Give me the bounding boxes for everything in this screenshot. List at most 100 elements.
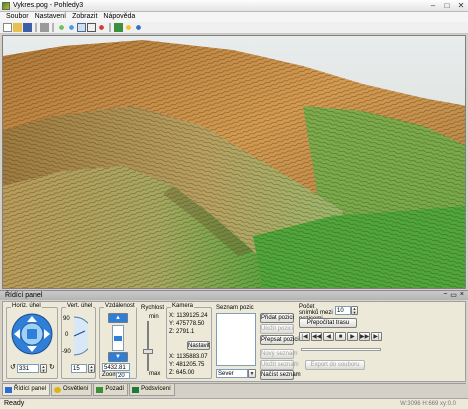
speed-label: Rychlost [141,305,165,311]
target-y: Y: 481205.75 [169,362,205,368]
menu-zobrazit[interactable]: Zobrazit [72,12,97,22]
speed-track[interactable] [147,321,149,371]
horiz-angle-spinner[interactable]: ▲ ▼ [40,364,47,373]
menu-napoveda[interactable]: Nápověda [103,12,135,22]
player-controls: |◀ ◀◀ ◀ ■ ▶ ▶▶ ▶| [299,332,383,342]
new-icon[interactable] [3,23,12,32]
load-list-button[interactable]: Načíst seznam [260,370,301,380]
target-x: X: 1135883.07 [169,354,208,360]
route-progress-track[interactable] [301,348,381,351]
save-list-button[interactable]: Uložit seznam [260,360,299,370]
help-icon[interactable] [134,23,143,32]
panel-close-button[interactable]: × [460,291,464,299]
distance-label: Vzdálenost [104,303,136,309]
status-text: Ready [4,400,25,407]
menu-nastaveni[interactable]: Nastavení [35,12,67,22]
set-camera-button[interactable]: Nastavit [187,341,210,350]
tab-backlight-label: Podsvícení [141,386,171,392]
play-button[interactable]: ▶ [347,332,358,341]
target-z: Z: 645.00 [169,370,195,376]
horiz-angle-group: Horiz. úhel ↺ 331 ▲ ▼ ↻ [6,303,58,379]
save-position-button[interactable]: Uložit pozici [260,324,294,334]
distance-slider-thumb[interactable] [114,336,122,341]
speed-slider-thumb[interactable] [143,349,153,354]
panel-icon [5,386,12,393]
tab-background-label: Pozadí [105,386,125,392]
add-position-button[interactable]: Přidat pozici [260,313,294,323]
zoom-out-icon[interactable] [67,23,76,32]
print-icon[interactable] [40,23,49,32]
save-icon[interactable] [23,23,32,32]
view-front-icon[interactable] [87,23,96,32]
backlight-icon [132,386,140,393]
light-icon[interactable] [124,23,133,32]
recalc-route-button[interactable]: Přepočítat trasu [299,318,357,328]
vert-tick-mid: 0 [65,332,69,338]
tab-lighting-label: Osvětlení [63,386,89,392]
direction-dropdown-icon[interactable]: ▼ [248,369,256,378]
zoom-out-arrow-icon[interactable]: ▼ [108,352,128,362]
horiz-angle-input[interactable]: 331 [17,364,39,373]
fast-forward-button[interactable]: ▶▶ [359,332,370,341]
minimize-button[interactable]: – [428,1,438,10]
rotate-left-icon[interactable]: ↺ [10,364,16,372]
distance-input[interactable]: 5432.81 [102,363,130,371]
panel-restore-button[interactable]: ▭ [450,291,457,299]
terrain-render [3,36,465,288]
zoom-in-icon[interactable] [57,23,66,32]
color-icon[interactable] [114,23,123,32]
status-bar: Ready W:3096 H:669 xy:0.0 [0,398,468,409]
panel-minimize-button[interactable]: − [443,291,447,299]
tab-control-panel-label: Řídící panel [14,386,47,392]
positions-label: Seznam pozic [216,305,254,311]
zoom-in-arrow-icon[interactable]: ▲ [108,313,128,323]
fast-rewind-button[interactable]: ◀◀ [311,332,322,341]
tab-lighting[interactable]: Osvětlení [51,384,93,396]
speed-max-label: max [149,371,161,377]
first-frame-button[interactable]: |◀ [299,332,310,341]
stop-button[interactable]: ■ [335,332,346,341]
rotate-icon[interactable] [97,23,106,32]
horiz-angle-label: Horiz. úhel [11,303,42,309]
distance-track[interactable] [112,325,124,351]
export-file-button[interactable]: Export do souboru [305,360,365,370]
view-3d-icon[interactable] [77,23,86,32]
new-list-button[interactable]: Nový seznam [260,349,297,359]
toolbar-separator [52,23,54,32]
vert-angle-dial[interactable] [72,315,88,357]
speed-min-label: min [149,314,159,320]
menu-soubor[interactable]: Soubor [6,12,29,22]
open-icon[interactable] [13,23,22,32]
step-back-button[interactable]: ◀ [323,332,334,341]
camera-y: Y: 475778.50 [169,321,205,327]
vert-angle-spinner[interactable]: ▲ ▼ [88,364,95,373]
status-dimensions: W:3096 H:669 xy:0.0 [400,401,456,407]
tab-background[interactable]: Pozadí [93,384,129,396]
vert-angle-label: Vert. úhel [66,303,94,309]
toolbar-separator [109,23,111,32]
vert-tick-top: 90 [63,316,70,322]
rotate-right-icon[interactable]: ↻ [49,364,55,372]
distance-group: Vzdálenost ▲ ▼ 5432.81 Zoom 20 [99,303,137,379]
zoom-input[interactable]: 20 [116,372,130,379]
control-panel-titlebar: Řídící panel − ▭ × [0,290,468,300]
positions-list[interactable] [216,313,256,366]
maximize-button[interactable]: □ [442,1,452,10]
camera-group: Kamera X: 1139125.24 Y: 475778.50 Z: 279… [166,303,212,379]
vert-angle-input[interactable]: 15 [71,364,87,373]
toolbar [0,22,468,34]
direction-select[interactable]: Sever [216,369,248,378]
frame-count-input[interactable]: 10 [335,306,351,315]
direction-pad[interactable] [11,313,53,355]
tab-control-panel[interactable]: Řídící panel [2,384,51,396]
overwrite-position-button[interactable]: Přepsat pozici [260,335,299,345]
tab-backlight[interactable]: Podsvícení [129,384,175,396]
close-button[interactable]: ✕ [456,1,466,10]
vert-tick-bottom: -90 [62,349,71,355]
terrain-3d-view[interactable] [2,35,466,289]
last-frame-button[interactable]: ▶| [371,332,382,341]
title-bar: Vykres.pog - Pohledy3 – □ ✕ [0,0,468,12]
frame-count-spinner[interactable]: ▲ ▼ [351,306,358,315]
vert-angle-group: Vert. úhel 90 0 -90 15 ▲ ▼ [61,303,96,379]
window-title: Vykres.pog - Pohledy3 [13,2,84,9]
